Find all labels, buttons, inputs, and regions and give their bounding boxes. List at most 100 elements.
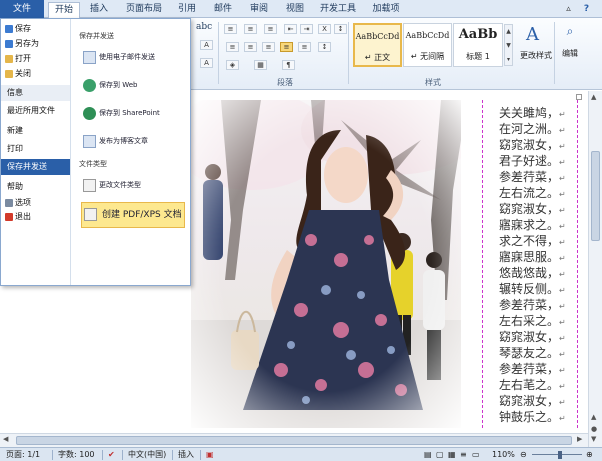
menu-save-as[interactable]: 另存为 — [1, 36, 70, 52]
borders-icon[interactable]: ▦ — [254, 60, 267, 70]
close-doc-icon — [5, 70, 13, 78]
increase-indent-icon[interactable]: ⇥ — [300, 24, 313, 34]
tab-file[interactable]: 文件 — [0, 0, 44, 18]
decrease-indent-icon[interactable]: ⇤ — [284, 24, 297, 34]
shading-icon[interactable]: ◈ — [226, 60, 239, 70]
verse-line: 悠哉悠哉， — [499, 266, 560, 280]
horizontal-scrollbar[interactable]: ◀ ▶ — [0, 433, 588, 447]
status-page[interactable]: 页面: 1/1 — [6, 448, 40, 461]
option-sharepoint[interactable]: 保存到 SharePoint — [81, 101, 185, 125]
change-styles-button[interactable]: A 更改样式 — [518, 22, 552, 72]
tab-references[interactable]: 引用 — [172, 2, 202, 18]
tab-addins[interactable]: 加载项 — [366, 2, 406, 18]
zoom-slider-track[interactable] — [532, 454, 582, 455]
tab-review[interactable]: 审阅 — [244, 2, 274, 18]
styles-scroll[interactable]: ▲ ▼ ▾ — [504, 24, 513, 66]
verse-line: 寤寐思服。 — [499, 250, 560, 264]
zoom-out-icon[interactable]: ⊖ — [520, 448, 527, 461]
menu-new[interactable]: 新建 — [1, 123, 70, 139]
menu-open[interactable]: 打开 — [1, 51, 70, 67]
char-border-icon[interactable]: A — [200, 58, 213, 68]
style-normal[interactable]: AaBbCcDd ↵ 正文 — [353, 23, 402, 67]
bullets-icon[interactable]: ≡ — [224, 24, 237, 34]
paragraph-group-label: 段落 — [277, 78, 293, 87]
status-words[interactable]: 字数: 100 — [58, 448, 95, 461]
view-print-layout-icon[interactable]: ▤ — [424, 448, 432, 461]
option-change-type[interactable]: 更改文件类型 — [81, 173, 185, 197]
save-icon — [5, 25, 13, 33]
show-marks-icon[interactable]: ¶ — [282, 60, 295, 70]
status-zoom[interactable]: 110% — [492, 448, 515, 461]
menu-save[interactable]: 保存 — [1, 21, 70, 37]
verse-line: 窈窕淑女， — [499, 202, 560, 216]
line-spacing-icon[interactable]: ↕ — [318, 42, 331, 52]
tab-home[interactable]: 开始 — [48, 2, 80, 18]
view-outline-icon[interactable]: ≡ — [460, 448, 467, 461]
status-language[interactable]: 中文(中国) — [128, 448, 166, 461]
scroll-right-icon[interactable]: ▶ — [577, 435, 582, 443]
chinese-layout-icon[interactable]: X — [318, 24, 331, 34]
verse-line: 参差荇菜， — [499, 298, 560, 312]
vertical-scrollbar[interactable]: ▲ ▲ ● ▼ — [588, 91, 602, 448]
multilevel-list-icon[interactable]: ≡ — [264, 24, 277, 34]
backstage-left-menu: 保存 另存为 打开 关闭 信息 最近所用文件 新建 打印 保存并发送 帮助 选项… — [1, 19, 71, 285]
tab-developer[interactable]: 开发工具 — [316, 2, 360, 18]
pdf-icon — [84, 208, 97, 221]
tab-page-layout[interactable]: 页面布局 — [120, 2, 168, 18]
verse-line: 窈窕淑女， — [499, 330, 560, 344]
option-blog[interactable]: 发布为博客文章 — [81, 129, 185, 153]
tab-mailings[interactable]: 邮件 — [208, 2, 238, 18]
view-web-icon[interactable]: ▦ — [448, 448, 456, 461]
align-right-icon[interactable]: ≡ — [262, 42, 275, 52]
verse-line: 寤寐求之。 — [499, 218, 560, 232]
zoom-in-icon[interactable]: ⊕ — [586, 448, 593, 461]
change-styles-icon: A — [526, 24, 539, 45]
scroll-up-icon[interactable]: ▲ — [591, 93, 596, 101]
next-page-icon[interactable]: ▼ — [591, 435, 596, 443]
sharepoint-icon — [83, 107, 96, 120]
options-icon — [5, 199, 13, 207]
font-color-icon[interactable]: A — [200, 40, 213, 50]
view-draft-icon[interactable]: ▭ — [472, 448, 480, 461]
menu-info[interactable]: 信息 — [1, 85, 70, 101]
prev-page-icon[interactable]: ▲ — [591, 413, 596, 421]
section-file-types: 文件类型 — [79, 160, 107, 168]
tab-view[interactable]: 视图 — [280, 2, 310, 18]
status-bar: 页面: 1/1 字数: 100 ✔ 中文(中国) 插入 ▣ ▤ ▢ ▦ ≡ ▭ … — [0, 447, 602, 461]
option-web[interactable]: 保存到 Web — [81, 73, 185, 97]
sort-icon[interactable]: ↕ — [334, 24, 347, 34]
vertical-scroll-thumb[interactable] — [591, 151, 600, 241]
menu-print[interactable]: 打印 — [1, 141, 70, 157]
justify-icon[interactable]: ≡ — [280, 42, 293, 52]
verse-line: 参差荇菜， — [499, 170, 560, 184]
distributed-icon[interactable]: ≡ — [298, 42, 311, 52]
exit-icon — [5, 213, 13, 221]
align-left-icon[interactable]: ≡ — [226, 42, 239, 52]
help-icon[interactable]: ? — [580, 3, 593, 15]
option-create-pdf[interactable]: 创建 PDF/XPS 文档 — [81, 202, 185, 228]
menu-exit[interactable]: 退出 — [1, 209, 70, 225]
option-email[interactable]: 使用电子邮件发送 — [81, 45, 185, 69]
verse-line: 左右采之。 — [499, 314, 560, 328]
menu-close[interactable]: 关闭 — [1, 66, 70, 82]
horizontal-scroll-thumb[interactable] — [16, 436, 572, 445]
status-insert-mode[interactable]: 插入 — [178, 448, 194, 461]
browse-object-icon[interactable]: ● — [591, 425, 597, 433]
scroll-left-icon[interactable]: ◀ — [3, 435, 8, 443]
style-no-spacing[interactable]: AaBbCcDd ↵ 无间隔 — [403, 23, 452, 67]
proofing-icon[interactable]: ✔ — [108, 448, 115, 461]
verse-line: 窈窕淑女， — [499, 138, 560, 152]
ribbon-minimize-icon[interactable]: ▵ — [562, 3, 575, 15]
edit-button[interactable]: ⌕ 编辑 — [558, 22, 582, 72]
menu-help[interactable]: 帮助 — [1, 179, 70, 195]
zoom-slider-thumb[interactable] — [558, 451, 562, 459]
style-heading-1[interactable]: AaBb 标题 1 — [453, 23, 503, 67]
tab-insert[interactable]: 插入 — [84, 2, 114, 18]
numbering-icon[interactable]: ≡ — [244, 24, 257, 34]
macro-record-icon[interactable]: ▣ — [206, 448, 214, 461]
verse-text-box[interactable]: 关关雎鸠，↵ 在河之洲。↵ 窈窕淑女，↵ 君子好逑。↵ 参差荇菜，↵ 左右流之。… — [482, 100, 578, 428]
align-center-icon[interactable]: ≡ — [244, 42, 257, 52]
menu-save-send[interactable]: 保存并发送 — [1, 159, 70, 175]
menu-recent[interactable]: 最近所用文件 — [1, 103, 70, 119]
view-full-screen-icon[interactable]: ▢ — [436, 448, 444, 461]
